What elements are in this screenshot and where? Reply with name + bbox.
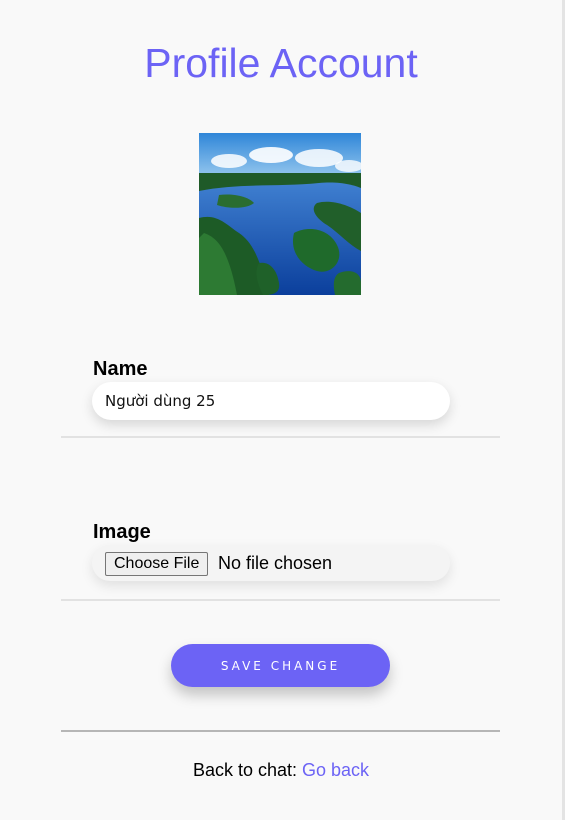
choose-file-button[interactable]: Choose File	[105, 552, 209, 576]
go-back-link[interactable]: Go back	[302, 760, 369, 780]
file-status-text: No file chosen	[218, 553, 333, 573]
name-divider	[61, 436, 500, 438]
name-input[interactable]	[92, 382, 450, 420]
footer-divider	[61, 730, 500, 732]
image-divider	[61, 599, 500, 601]
page-title: Profile Account	[144, 40, 418, 86]
avatar	[199, 133, 361, 295]
name-label: Name	[93, 358, 148, 380]
image-file-input[interactable]: Choose File No file chosen	[92, 545, 450, 581]
image-label: Image	[93, 521, 151, 543]
back-to-chat: Back to chat: Go back	[0, 760, 562, 781]
save-change-button[interactable]: SAVE CHANGE	[171, 644, 390, 687]
lake-forest-photo-icon	[199, 133, 361, 295]
back-text: Back to chat:	[192, 760, 297, 780]
